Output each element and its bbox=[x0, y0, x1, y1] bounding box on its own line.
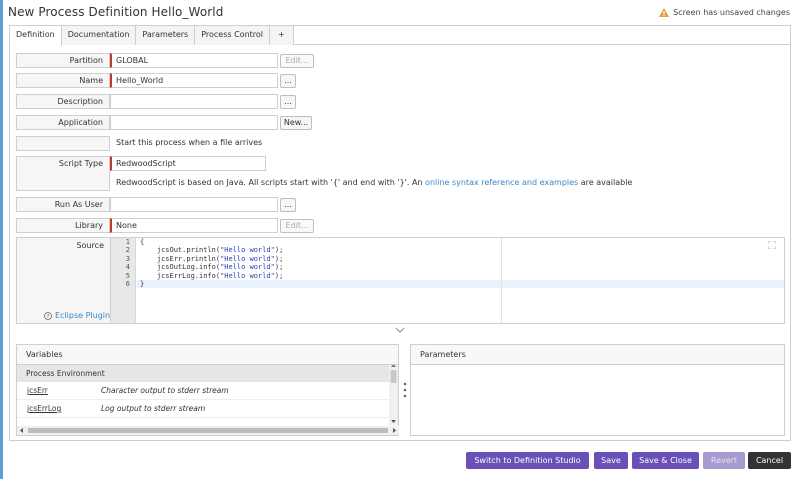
script-type-row: Script Type RedwoodScript RedwoodScript … bbox=[16, 156, 786, 191]
line-number: 6 bbox=[125, 279, 130, 288]
variables-title: Variables bbox=[17, 345, 398, 365]
partition-field[interactable]: GLOBAL bbox=[110, 53, 278, 68]
save-close-button[interactable]: Save & Close bbox=[632, 452, 699, 469]
script-type-label: Script Type bbox=[16, 156, 110, 191]
description-label: Description bbox=[16, 94, 110, 109]
file-arrives-link[interactable]: Start this process when a file arrives bbox=[116, 138, 262, 147]
partition-row: Partition GLOBAL Edit... bbox=[16, 53, 316, 68]
expand-icon[interactable] bbox=[768, 241, 776, 249]
description-field[interactable] bbox=[110, 94, 278, 109]
revert-button[interactable]: Revert bbox=[703, 452, 745, 469]
description-browse-button[interactable]: ... bbox=[280, 95, 296, 109]
scrollbar-thumb-icon bbox=[20, 428, 396, 433]
unsaved-text: Screen has unsaved changes bbox=[673, 8, 790, 17]
source-editor: Source ? Eclipse Plugin 123456 { jcsOut.… bbox=[16, 237, 785, 324]
name-row: Name Hello_World ... bbox=[16, 73, 316, 88]
table-row[interactable]: jcsErrLog Log output to stderr stream bbox=[17, 400, 390, 418]
line-number-gutter: 123456 bbox=[111, 238, 136, 323]
variables-group-header: Process Environment bbox=[17, 365, 390, 382]
partition-label: Partition bbox=[16, 53, 110, 68]
run-as-user-row: Run As User ... bbox=[16, 197, 316, 212]
application-label: Application bbox=[16, 115, 110, 130]
definition-editor: Definition Documentation Parameters Proc… bbox=[9, 25, 791, 441]
line-number: 2 bbox=[125, 246, 130, 255]
library-edit-button[interactable]: Edit... bbox=[280, 219, 314, 233]
application-new-button[interactable]: New... bbox=[280, 116, 312, 130]
chevron-down-icon bbox=[395, 327, 405, 333]
parameters-panel: Parameters bbox=[410, 344, 785, 436]
table-row[interactable]: jcsErr Character output to stderr stream bbox=[17, 382, 390, 400]
library-label: Library bbox=[16, 218, 110, 233]
scrollbar-track-icon bbox=[390, 364, 397, 423]
code-line: { bbox=[140, 238, 145, 246]
script-note-text: RedwoodScript is based on Java. All scri… bbox=[116, 178, 426, 187]
file-event-row: Start this process when a file arrives bbox=[16, 136, 316, 151]
application-field[interactable] bbox=[110, 115, 278, 130]
help-icon: ? bbox=[44, 311, 52, 320]
variable-name[interactable]: jcsErrLog bbox=[27, 400, 61, 418]
syntax-reference-link[interactable]: online syntax reference and examples bbox=[425, 178, 578, 187]
code-line: jcsErr.println("Hello world"); bbox=[156, 254, 284, 263]
print-margin bbox=[501, 238, 502, 323]
code-line: jcsErrLog.info("Hello world"); bbox=[156, 271, 284, 280]
add-tab-button[interactable]: + bbox=[270, 26, 294, 45]
partition-edit-button[interactable]: Edit... bbox=[280, 54, 314, 68]
line-number: 4 bbox=[125, 263, 130, 272]
run-as-user-field[interactable] bbox=[110, 197, 278, 212]
name-label: Name bbox=[16, 73, 110, 88]
line-number: 5 bbox=[125, 271, 130, 280]
eclipse-plugin-text: Eclipse Plugin bbox=[55, 311, 111, 320]
script-note-suffix: are available bbox=[578, 178, 633, 187]
eclipse-plugin-link[interactable]: ? Eclipse Plugin bbox=[44, 311, 110, 320]
name-field[interactable]: Hello_World bbox=[110, 73, 278, 88]
parameters-title: Parameters bbox=[411, 345, 784, 365]
tab-parameters[interactable]: Parameters bbox=[136, 26, 196, 45]
description-row: Description ... bbox=[16, 94, 316, 109]
title-bar: New Process Definition Hello_World Scree… bbox=[8, 4, 792, 22]
file-event-label bbox=[16, 136, 110, 151]
code-line: jcsOutLog.info("Hello world"); bbox=[156, 263, 284, 272]
script-type-note: RedwoodScript is based on Java. All scri… bbox=[116, 178, 632, 187]
run-as-user-label: Run As User bbox=[16, 197, 110, 212]
tab-process-control[interactable]: Process Control bbox=[195, 26, 271, 45]
warning-icon bbox=[659, 8, 670, 17]
horizontal-scrollbar[interactable] bbox=[17, 426, 399, 435]
run-as-user-browse-button[interactable]: ... bbox=[280, 198, 296, 212]
code-line: } bbox=[137, 279, 784, 289]
variable-description: Log output to stderr stream bbox=[101, 404, 206, 413]
script-type-field[interactable]: RedwoodScript bbox=[110, 156, 266, 171]
page-title: New Process Definition Hello_World bbox=[8, 5, 224, 19]
unsaved-indicator: Screen has unsaved changes bbox=[659, 8, 790, 17]
application-row: Application New... bbox=[16, 115, 316, 130]
variable-description: Character output to stderr stream bbox=[101, 386, 229, 395]
cancel-button[interactable]: Cancel bbox=[748, 452, 791, 469]
vertical-scrollbar[interactable] bbox=[389, 364, 398, 425]
svg-text:?: ? bbox=[47, 314, 50, 320]
library-field[interactable]: None bbox=[110, 218, 278, 233]
tab-definition[interactable]: Definition bbox=[10, 26, 62, 46]
line-number: 3 bbox=[125, 254, 130, 263]
line-number: 1 bbox=[125, 238, 130, 246]
switch-studio-button[interactable]: Switch to Definition Studio bbox=[466, 452, 589, 469]
save-button[interactable]: Save bbox=[594, 452, 628, 469]
source-label-text: Source bbox=[76, 241, 104, 250]
library-row: Library None Edit... bbox=[16, 218, 316, 233]
code-line: jcsOut.println("Hello world"); bbox=[156, 246, 284, 255]
collapse-toggle[interactable] bbox=[10, 326, 790, 336]
tab-bar: Definition Documentation Parameters Proc… bbox=[10, 26, 790, 46]
variable-name[interactable]: jcsErr bbox=[27, 382, 48, 400]
code-area[interactable]: { jcsOut.println("Hello world"); jcsErr.… bbox=[137, 238, 784, 323]
window-edge bbox=[0, 0, 3, 479]
panel-splitter-icon[interactable] bbox=[402, 381, 408, 401]
tab-documentation[interactable]: Documentation bbox=[61, 26, 137, 45]
name-browse-button[interactable]: ... bbox=[280, 74, 296, 88]
variables-panel: Variables Process Environment jcsErr Cha… bbox=[16, 344, 399, 436]
